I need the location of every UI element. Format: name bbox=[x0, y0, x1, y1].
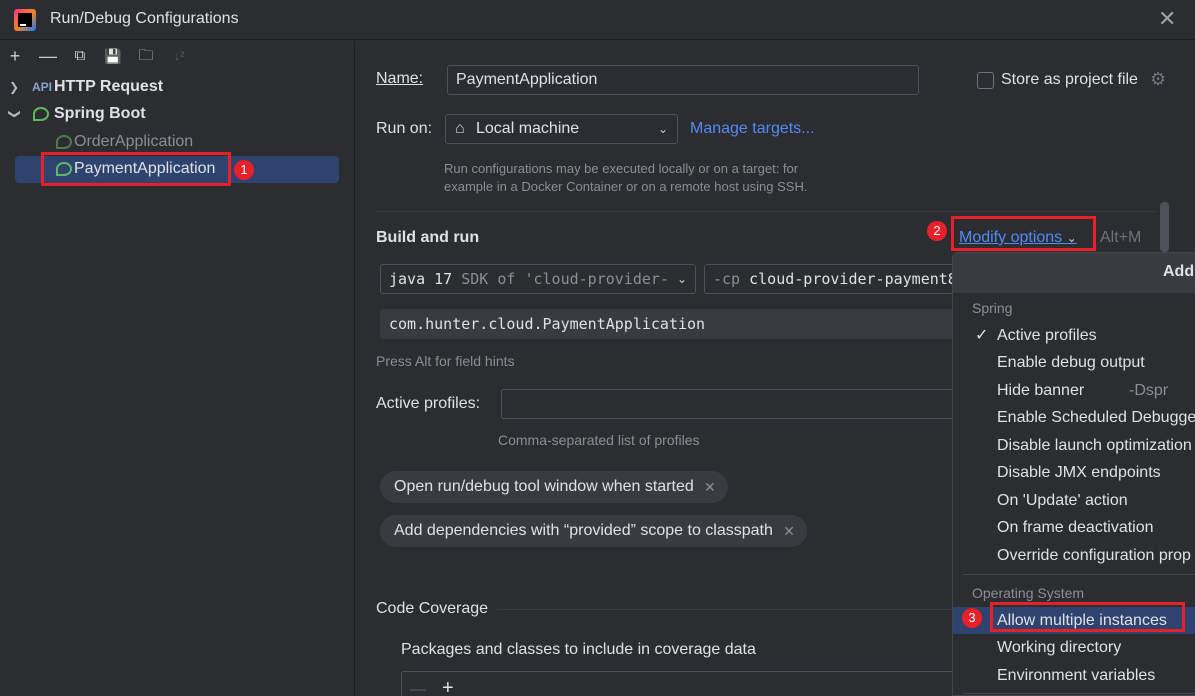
menu-item-label: Working directory bbox=[997, 639, 1122, 656]
menu-item-label: Hide banner bbox=[997, 382, 1085, 399]
name-label: Name: bbox=[376, 70, 423, 88]
open-tool-window-option-chip[interactable]: Open run/debug tool window when started … bbox=[380, 471, 728, 503]
menu-item-label: Override configuration prop bbox=[997, 547, 1191, 564]
divider bbox=[376, 211, 1156, 212]
copy-configuration-icon[interactable]: ⧉ bbox=[69, 45, 91, 67]
sdk-module: SDK of 'cloud-provider- bbox=[452, 270, 669, 288]
name-label-text: Name: bbox=[376, 70, 424, 87]
menu-item-on-update-action[interactable]: On 'Update' action bbox=[953, 487, 1195, 514]
spring-boot-icon bbox=[33, 107, 49, 121]
menu-item-hide-banner[interactable]: Hide banner -Dspr bbox=[953, 377, 1195, 404]
menu-item-active-profiles[interactable]: ✓ Active profiles bbox=[953, 322, 1195, 349]
menu-item-label: On 'Update' action bbox=[997, 492, 1128, 509]
annotation-box-2 bbox=[951, 216, 1096, 251]
add-icon[interactable]: + bbox=[442, 674, 454, 696]
run-on-select[interactable]: ⌂ Local machine ⌄ bbox=[445, 114, 678, 144]
active-profiles-hint: Comma-separated list of profiles bbox=[498, 432, 700, 448]
menu-item-environment-variables[interactable]: Environment variables bbox=[953, 662, 1195, 689]
chevron-down-icon: ⌄ bbox=[676, 272, 687, 286]
menu-item-label: Disable JMX endpoints bbox=[997, 464, 1161, 481]
build-and-run-heading: Build and run bbox=[376, 229, 480, 246]
sort-icon[interactable]: ↓² bbox=[168, 45, 190, 67]
add-configuration-icon[interactable]: + bbox=[4, 45, 26, 67]
menu-item-label: Enable debug output bbox=[997, 354, 1145, 371]
chip-label: Add dependencies with “provided” scope t… bbox=[394, 522, 773, 539]
window-title: Run/Debug Configurations bbox=[50, 10, 239, 27]
menu-item-working-directory[interactable]: Working directory bbox=[953, 634, 1195, 661]
run-on-value: Local machine bbox=[476, 120, 580, 137]
jdk-select[interactable]: java 17 SDK of 'cloud-provider- ⌄ bbox=[380, 264, 696, 294]
spring-section-label: Spring bbox=[972, 300, 1013, 316]
active-profiles-input[interactable] bbox=[501, 389, 954, 419]
new-folder-icon[interactable]: 🗀 bbox=[135, 45, 157, 67]
name-input[interactable]: PaymentApplication bbox=[447, 65, 919, 95]
menu-item-label: Enable Scheduled Debugge bbox=[997, 409, 1195, 426]
menu-separator bbox=[963, 693, 1195, 694]
code-coverage-heading: Code Coverage bbox=[376, 600, 489, 617]
menu-item-on-frame-deactivation[interactable]: On frame deactivation bbox=[953, 514, 1195, 541]
spring-boot-app-icon bbox=[56, 135, 72, 149]
intellij-logo-icon bbox=[14, 9, 36, 31]
gear-icon[interactable]: ⚙ bbox=[1150, 69, 1166, 90]
operating-system-section-label: Operating System bbox=[972, 585, 1085, 601]
save-configuration-icon[interactable]: 💾 bbox=[102, 45, 124, 67]
menu-item-label: Environment variables bbox=[997, 667, 1156, 684]
popup-header: Add bbox=[953, 253, 1195, 293]
remove-chip-icon[interactable]: ✕ bbox=[704, 471, 716, 503]
remove-configuration-icon[interactable]: — bbox=[37, 45, 59, 67]
chevron-down-icon: ⌄ bbox=[657, 122, 668, 136]
main-class-input[interactable]: com.hunter.cloud.PaymentApplication bbox=[380, 309, 954, 339]
store-as-project-file-checkbox[interactable] bbox=[977, 72, 994, 89]
menu-item-disable-launch-optimization[interactable]: Disable launch optimization bbox=[953, 432, 1195, 459]
menu-item-disable-jmx-endpoints[interactable]: Disable JMX endpoints bbox=[953, 459, 1195, 486]
classpath-select[interactable]: -cp cloud-provider-payment8 bbox=[704, 264, 954, 294]
close-icon[interactable]: ✕ bbox=[1158, 8, 1176, 30]
tree-item-label: HTTP Request bbox=[54, 78, 164, 95]
active-profiles-label: Active profiles: bbox=[376, 395, 481, 412]
annotation-badge-2: 2 bbox=[927, 221, 947, 241]
configurations-tree-panel: + — ⧉ 💾 🗀 ↓² ❯ API HTTP Request ❯ Spring… bbox=[0, 41, 355, 696]
home-icon: ⌂ bbox=[455, 120, 465, 137]
divider bbox=[497, 609, 952, 610]
check-icon: ✓ bbox=[975, 327, 989, 344]
annotation-box-3 bbox=[990, 602, 1185, 632]
annotation-box-1 bbox=[41, 152, 231, 186]
store-as-project-file-label: Store as project file bbox=[1001, 71, 1138, 88]
remove-icon[interactable]: — bbox=[410, 676, 426, 696]
scrollbar-thumb[interactable] bbox=[1160, 202, 1169, 252]
menu-separator bbox=[963, 574, 1195, 575]
menu-item-label: Active profiles bbox=[997, 327, 1097, 344]
chip-label: Open run/debug tool window when started bbox=[394, 478, 694, 495]
modify-options-shortcut: Alt+M bbox=[1100, 229, 1142, 246]
annotation-badge-3: 3 bbox=[962, 608, 982, 628]
popup-header-title: Add bbox=[1163, 263, 1195, 280]
manage-targets-link[interactable]: Manage targets... bbox=[690, 120, 815, 138]
tree-toolbar: + — ⧉ 💾 🗀 ↓² bbox=[0, 41, 355, 71]
provided-scope-option-chip[interactable]: Add dependencies with “provided” scope t… bbox=[380, 515, 807, 547]
title-bar: Run/Debug Configurations ✕ bbox=[0, 0, 1195, 40]
run-on-label: Run on: bbox=[376, 120, 433, 137]
run-on-hint-line2: example in a Docker Container or on a re… bbox=[444, 179, 808, 194]
classpath-flag: -cp bbox=[713, 270, 750, 288]
menu-item-enable-debug-output[interactable]: Enable debug output bbox=[953, 349, 1195, 376]
coverage-packages-list[interactable]: — + bbox=[401, 671, 954, 696]
field-hints-hint: Press Alt for field hints bbox=[376, 353, 515, 369]
menu-item-label: Disable launch optimization bbox=[997, 437, 1192, 454]
menu-item-override-configuration-properties[interactable]: Override configuration prop bbox=[953, 542, 1195, 569]
run-on-hint-line1: Run configurations may be executed local… bbox=[444, 161, 799, 176]
tree-item-http-request[interactable]: ❯ API HTTP Request bbox=[0, 74, 355, 100]
chevron-down-icon[interactable]: ❯ bbox=[2, 109, 28, 119]
sdk-version: java 17 bbox=[389, 270, 453, 288]
chevron-right-icon[interactable]: ❯ bbox=[9, 74, 19, 100]
classpath-module: cloud-provider-payment8 bbox=[749, 270, 954, 288]
packages-label: Packages and classes to include in cover… bbox=[401, 641, 756, 658]
menu-item-label: On frame deactivation bbox=[997, 519, 1154, 536]
api-icon: API bbox=[32, 80, 53, 94]
tree-item-spring-boot[interactable]: ❯ Spring Boot bbox=[0, 101, 355, 127]
menu-item-enable-scheduled-debugger[interactable]: Enable Scheduled Debugge bbox=[953, 404, 1195, 431]
tree-item-label: Spring Boot bbox=[54, 105, 146, 122]
annotation-badge-1: 1 bbox=[234, 160, 254, 180]
menu-item-hint: -Dspr bbox=[1129, 382, 1169, 399]
remove-chip-icon[interactable]: ✕ bbox=[783, 515, 795, 547]
